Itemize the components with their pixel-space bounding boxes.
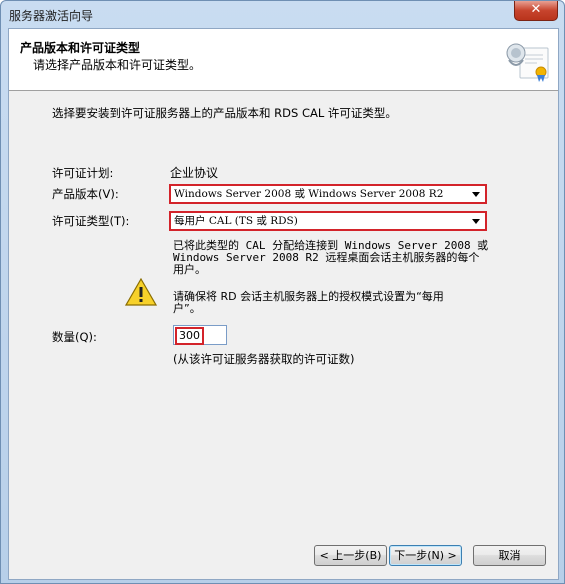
page-title: 产品版本和许可证类型: [20, 41, 141, 55]
back-button[interactable]: < 上一步(B): [314, 545, 387, 566]
warning-line: 户”。: [173, 302, 201, 315]
license-program-value: 企业协议: [170, 166, 219, 180]
wizard-header: 产品版本和许可证类型 请选择产品版本和许可证类型。: [9, 29, 558, 91]
quantity-hint: (从该许可证服务器获取的许可证数): [173, 352, 355, 366]
page-subtitle: 请选择产品版本和许可证类型。: [33, 58, 202, 72]
title-bar[interactable]: 服务器激活向导 ✕: [1, 1, 564, 28]
description-line: Windows Server 2008 R2 远程桌面会话主机服务器的每个: [173, 251, 480, 264]
warning-icon: [125, 278, 157, 306]
chevron-down-icon: [472, 219, 480, 224]
certificate-icon: [506, 43, 549, 82]
quantity-label: 数量(Q):: [52, 330, 97, 344]
warning-line: 请确保将 RD 会话主机服务器上的授权模式设置为“每用: [173, 290, 444, 303]
next-button[interactable]: 下一步(N) >: [389, 545, 462, 566]
quantity-value: 300: [175, 327, 204, 345]
warning-message: 请确保将 RD 会话主机服务器上的授权模式设置为“每用 户”。: [173, 291, 444, 315]
intro-text: 选择要安装到许可证服务器上的产品版本和 RDS CAL 许可证类型。: [52, 106, 397, 120]
license-program-label: 许可证计划:: [52, 166, 114, 180]
description-line: 用户。: [173, 263, 206, 276]
wizard-client-area: 产品版本和许可证类型 请选择产品版本和许可证类型。 选择要安装到许可证服务器上的…: [8, 28, 559, 580]
license-type-select[interactable]: 每用户 CAL (TS 或 RDS): [169, 211, 487, 231]
license-type-description: 已将此类型的 CAL 分配给连接到 Windows Server 2008 或 …: [173, 240, 488, 276]
cancel-button[interactable]: 取消: [473, 545, 546, 566]
license-type-selected: 每用户 CAL (TS 或 RDS): [174, 215, 298, 227]
quantity-input[interactable]: 300: [173, 325, 227, 345]
chevron-down-icon: [472, 192, 480, 197]
close-button[interactable]: ✕: [514, 1, 558, 21]
window-title: 服务器激活向导: [9, 9, 94, 23]
license-type-label: 许可证类型(T):: [52, 214, 130, 228]
wizard-window: 服务器激活向导 ✕ 产品版本和许可证类型 请选择产品版本和许可证类型。 选择要安…: [0, 0, 565, 584]
product-version-selected: Windows Server 2008 或 Windows Server 200…: [174, 188, 444, 200]
product-version-label: 产品版本(V):: [52, 187, 119, 201]
product-version-select[interactable]: Windows Server 2008 或 Windows Server 200…: [169, 184, 487, 204]
